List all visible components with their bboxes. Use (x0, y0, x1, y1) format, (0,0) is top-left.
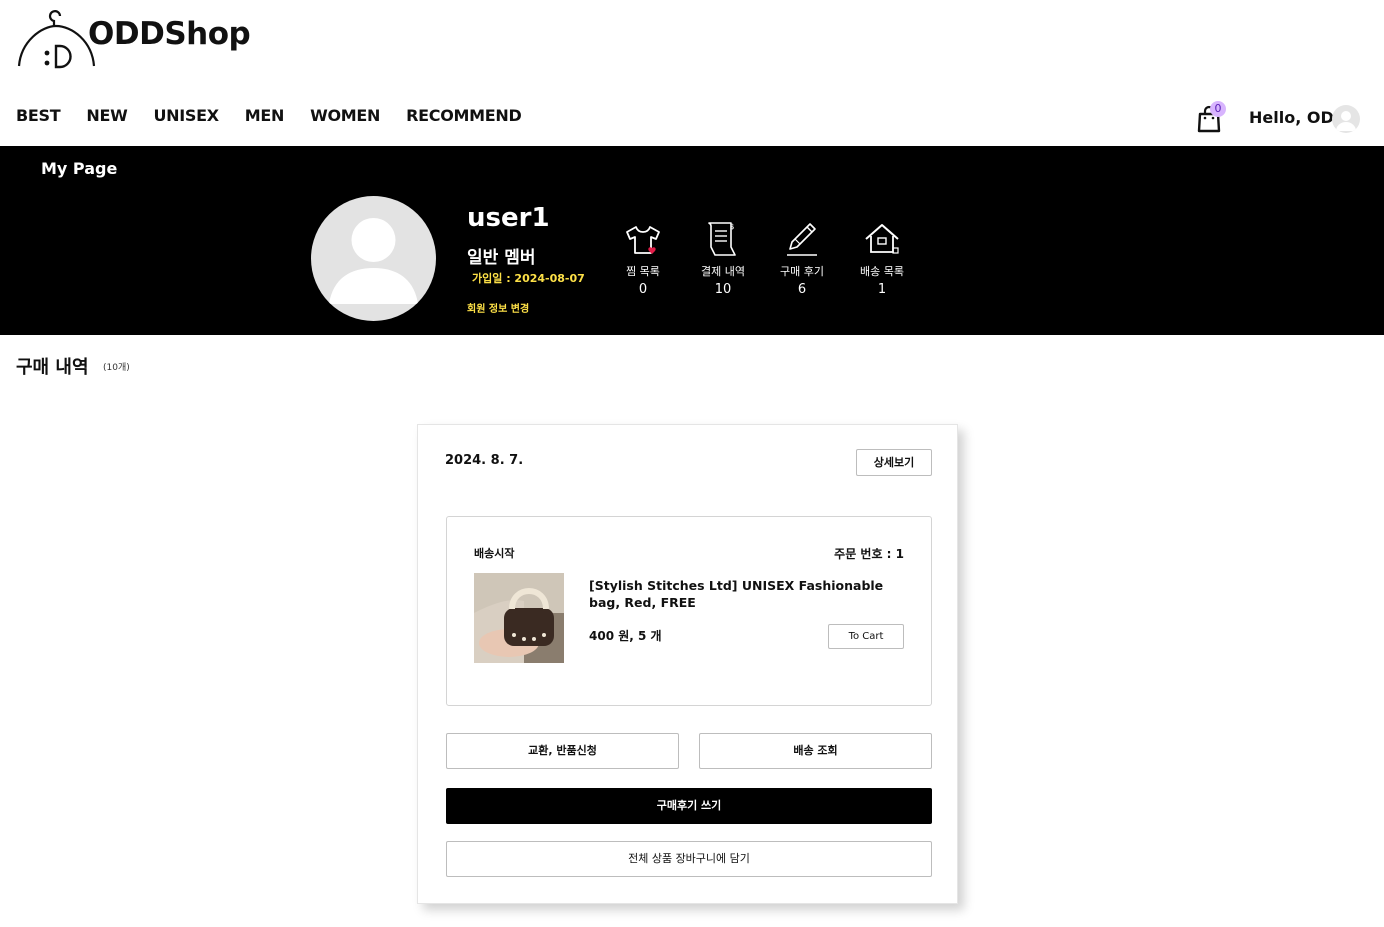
stat-value: 6 (797, 282, 807, 297)
write-review-button[interactable]: 구매후기 쓰기 (446, 788, 932, 824)
member-grade: 일반 멤버 (467, 248, 536, 268)
stat-deliveries[interactable]: 배송 목록 1 (849, 219, 915, 297)
stat-value: 1 (877, 282, 887, 297)
order-card: 2024. 8. 7. 상세보기 배송시작 주문 번호 : 1 [Stylish… (417, 424, 958, 904)
user-avatar-icon[interactable] (1332, 105, 1360, 133)
brand-logo[interactable] (16, 8, 98, 72)
stat-label: 구매 후기 (780, 265, 824, 278)
product-name[interactable]: [Stylish Stitches Ltd] UNISEX Fashionabl… (589, 577, 909, 611)
order-item-box: 배송시작 주문 번호 : 1 [Stylish Stitches Ltd] UN… (446, 516, 932, 706)
nav-new[interactable]: NEW (86, 106, 127, 125)
exchange-return-button[interactable]: 교환, 반품신청 (446, 733, 679, 769)
track-delivery-button[interactable]: 배송 조회 (699, 733, 932, 769)
profile-placeholder-icon (329, 218, 418, 304)
add-all-to-cart-button[interactable]: 전체 상품 장바구니에 담기 (446, 841, 932, 877)
stat-label: 결제 내역 (701, 265, 745, 278)
brand-name[interactable]: ODDShop (88, 16, 251, 52)
stat-reviews[interactable]: 구매 후기 6 (769, 219, 835, 297)
receipt-icon: $ (708, 222, 736, 256)
stat-payments[interactable]: $ 결제 내역 10 (690, 219, 756, 297)
edit-profile-link[interactable]: 회원 정보 변경 (467, 300, 529, 315)
tshirt-heart-icon (626, 226, 660, 254)
nav-recommend[interactable]: RECOMMEND (406, 106, 522, 125)
main-nav: BEST NEW UNISEX MEN WOMEN RECOMMEND (16, 106, 547, 125)
nav-best[interactable]: BEST (16, 106, 61, 125)
to-cart-button[interactable]: To Cart (828, 624, 904, 649)
purchases-count: (10개) (103, 363, 130, 373)
svg-text:$: $ (730, 223, 734, 231)
stat-label: 찜 목록 (626, 265, 660, 278)
nav-unisex[interactable]: UNISEX (153, 106, 219, 125)
profile-avatar (311, 196, 436, 321)
nav-women[interactable]: WOMEN (310, 106, 380, 125)
product-price-quantity: 400 원, 5 개 (589, 629, 662, 643)
cart-count-badge: 0 (1210, 101, 1226, 117)
mypage-banner: My Page user1 일반 멤버 가입일 : 2024-08-07 회원 … (0, 146, 1384, 335)
pencil-icon (787, 223, 817, 256)
stat-value: 10 (714, 282, 732, 297)
house-icon (865, 224, 899, 254)
order-number: 주문 번호 : 1 (834, 547, 904, 561)
stat-value: 0 (638, 282, 648, 297)
mypage-title: My Page (41, 159, 118, 178)
stat-label: 배송 목록 (860, 265, 904, 278)
nav-men[interactable]: MEN (245, 106, 285, 125)
stat-wishlist[interactable]: 찜 목록 0 (610, 219, 676, 297)
join-date: 가입일 : 2024-08-07 (472, 272, 585, 285)
product-thumbnail[interactable] (474, 573, 564, 663)
username: user1 (467, 203, 550, 233)
hanger-smiley-logo-icon (17, 10, 96, 69)
shipping-status: 배송시작 (474, 547, 515, 560)
order-detail-button[interactable]: 상세보기 (856, 449, 932, 476)
order-date: 2024. 8. 7. (445, 453, 524, 468)
purchases-title: 구매 내역 (16, 357, 89, 378)
